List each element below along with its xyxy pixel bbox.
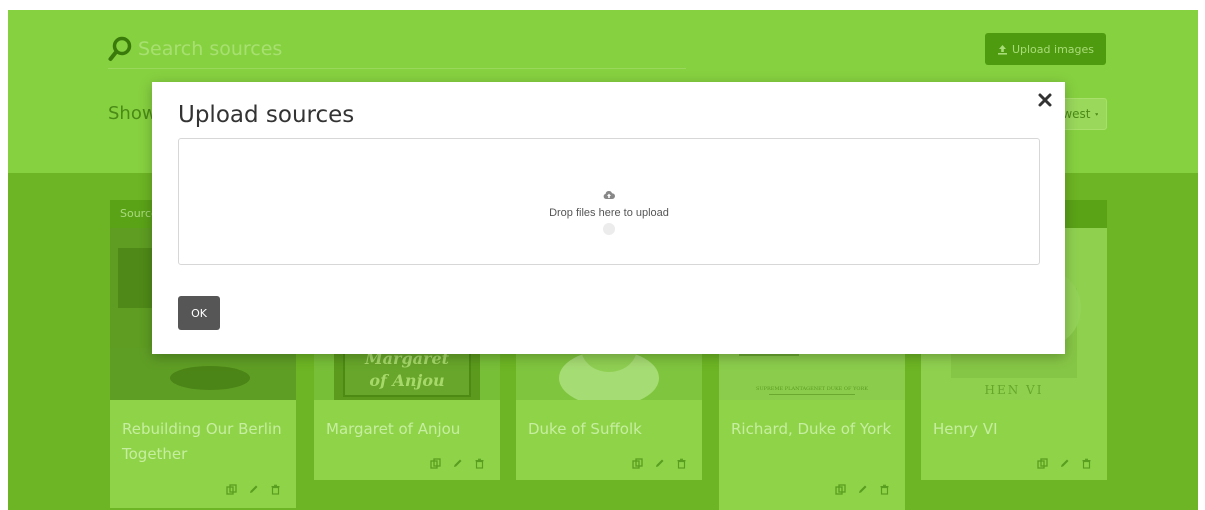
trash-icon[interactable] [474,458,485,469]
svg-text:of Anjou: of Anjou [369,371,444,390]
svg-text:HEN VI: HEN VI [985,383,1044,397]
pencil-icon[interactable] [1059,458,1070,469]
upload-images-button[interactable]: Upload images [985,33,1106,65]
card-actions [835,484,890,495]
upload-sources-modal: Upload sources Drop files here to upload… [152,82,1065,354]
dropzone-text: Drop files here to upload [549,207,669,219]
pencil-icon[interactable] [654,458,665,469]
trash-icon[interactable] [270,484,281,495]
card-actions [1037,458,1092,469]
pencil-icon[interactable] [452,458,463,469]
trash-icon[interactable] [1081,458,1092,469]
card-actions [632,458,687,469]
copy-icon[interactable] [835,484,846,495]
trash-icon[interactable] [879,484,890,495]
copy-icon[interactable] [226,484,237,495]
caret-down-icon [1094,112,1098,116]
cloud-upload-icon [603,190,616,199]
search-bar[interactable] [108,30,686,69]
card-actions [226,484,281,495]
search-input[interactable] [138,38,658,60]
card-title[interactable]: Rebuilding Our Berlin Together [122,417,286,467]
dropzone-content: Drop files here to upload [179,185,1039,219]
dropzone[interactable]: Drop files here to upload [178,138,1040,265]
copy-icon[interactable] [632,458,643,469]
close-icon[interactable] [1037,92,1053,108]
upload-icon [997,44,1007,55]
card-title[interactable]: Margaret of Anjou [326,417,490,442]
card-actions [430,458,485,469]
copy-icon[interactable] [1037,458,1048,469]
svg-text:SUPREME PLANTAGENET DUKE OF YO: SUPREME PLANTAGENET DUKE OF YORK [756,386,868,392]
card-title[interactable]: Henry VI [933,417,1097,442]
modal-title: Upload sources [178,102,355,128]
dropzone-loading-indicator [603,223,615,235]
card-title[interactable]: Duke of Suffolk [528,417,692,442]
show-label: Show [108,103,157,124]
copy-icon[interactable] [430,458,441,469]
ok-button[interactable]: OK [178,296,220,330]
card-title[interactable]: Richard, Duke of York [731,417,895,442]
pencil-icon[interactable] [857,484,868,495]
upload-images-label: Upload images [1011,42,1095,56]
trash-icon[interactable] [676,458,687,469]
pencil-icon[interactable] [248,484,259,495]
search-icon[interactable] [108,36,132,62]
